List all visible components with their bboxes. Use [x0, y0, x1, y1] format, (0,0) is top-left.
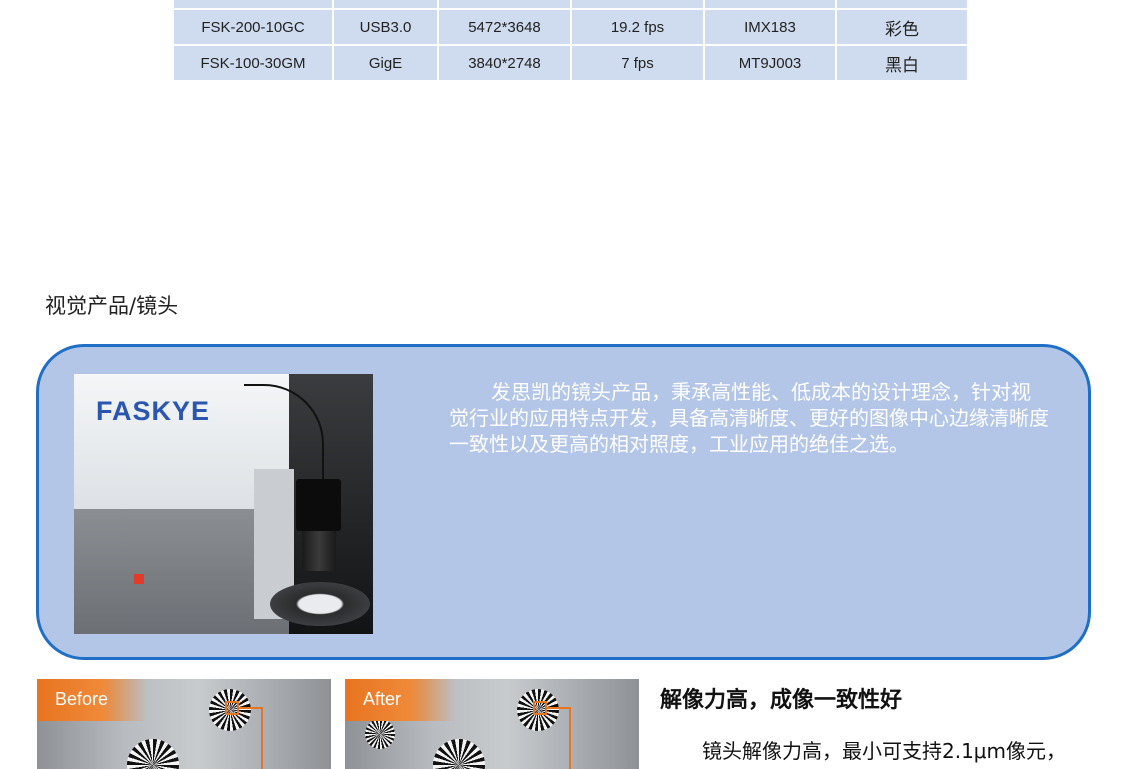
cell-resolution: 3840*2748: [439, 46, 570, 80]
callout-line: [547, 707, 571, 709]
after-label: After: [363, 689, 402, 709]
zoom-box: [225, 701, 239, 715]
brand-logo: FASKYE: [96, 396, 211, 426]
zoom-box: [533, 701, 547, 715]
cell-color: 黑白: [837, 46, 967, 80]
after-tag: After: [345, 679, 455, 721]
table-row: FSK-100-30GM GigE 3840*2748 7 fps MT9J00…: [174, 46, 967, 80]
table-row: FSK-200-10GC USB3.0 5472*3648 19.2 fps I…: [174, 10, 967, 44]
lens-barrel: [302, 531, 336, 571]
siemens-star: [433, 739, 485, 769]
before-image: Before: [37, 679, 331, 769]
cell-frame-rate: 19.2 fps: [572, 10, 703, 44]
indicator-light: [134, 574, 144, 584]
after-image: After: [345, 679, 639, 769]
siemens-star: [127, 739, 179, 769]
callout-line: [569, 707, 571, 769]
callout-line: [239, 707, 263, 709]
lens-description: 发思凯的镜头产品，秉承高性能、低成本的设计理念，针对视觉行业的应用特点开发，具备…: [449, 380, 1049, 456]
cell-resolution: 5472*3648: [439, 10, 570, 44]
ring-light: [270, 582, 370, 626]
before-label: Before: [55, 689, 109, 709]
cell-interface: USB3.0: [334, 10, 437, 44]
cell-sensor: MT9J003: [705, 46, 835, 80]
cell-model: FSK-100-30GM: [174, 46, 332, 80]
feature-text: 镜头解像力高，最小可支持2.1μm像元，: [702, 739, 1067, 763]
cell-interface: GigE: [334, 46, 437, 80]
table-row: [174, 0, 967, 8]
cell-frame-rate: 7 fps: [572, 46, 703, 80]
camera-body: [296, 479, 341, 531]
feature-title: 解像力高，成像一致性好: [660, 688, 903, 713]
section-title: 视觉产品/镜头: [45, 294, 179, 318]
spec-table: FSK-200-10GC USB3.0 5472*3648 19.2 fps I…: [172, 0, 969, 82]
cell-sensor: IMX183: [705, 10, 835, 44]
lens-panel: FASKYE 发思凯的镜头产品，秉承高性能、低成本的设计理念，针对视觉行业的应用…: [36, 344, 1091, 660]
before-tag: Before: [37, 679, 147, 721]
product-photo: FASKYE: [74, 374, 373, 634]
callout-line: [261, 707, 263, 769]
cell-color: 彩色: [837, 10, 967, 44]
cell-model: FSK-200-10GC: [174, 10, 332, 44]
siemens-star: [365, 719, 395, 749]
